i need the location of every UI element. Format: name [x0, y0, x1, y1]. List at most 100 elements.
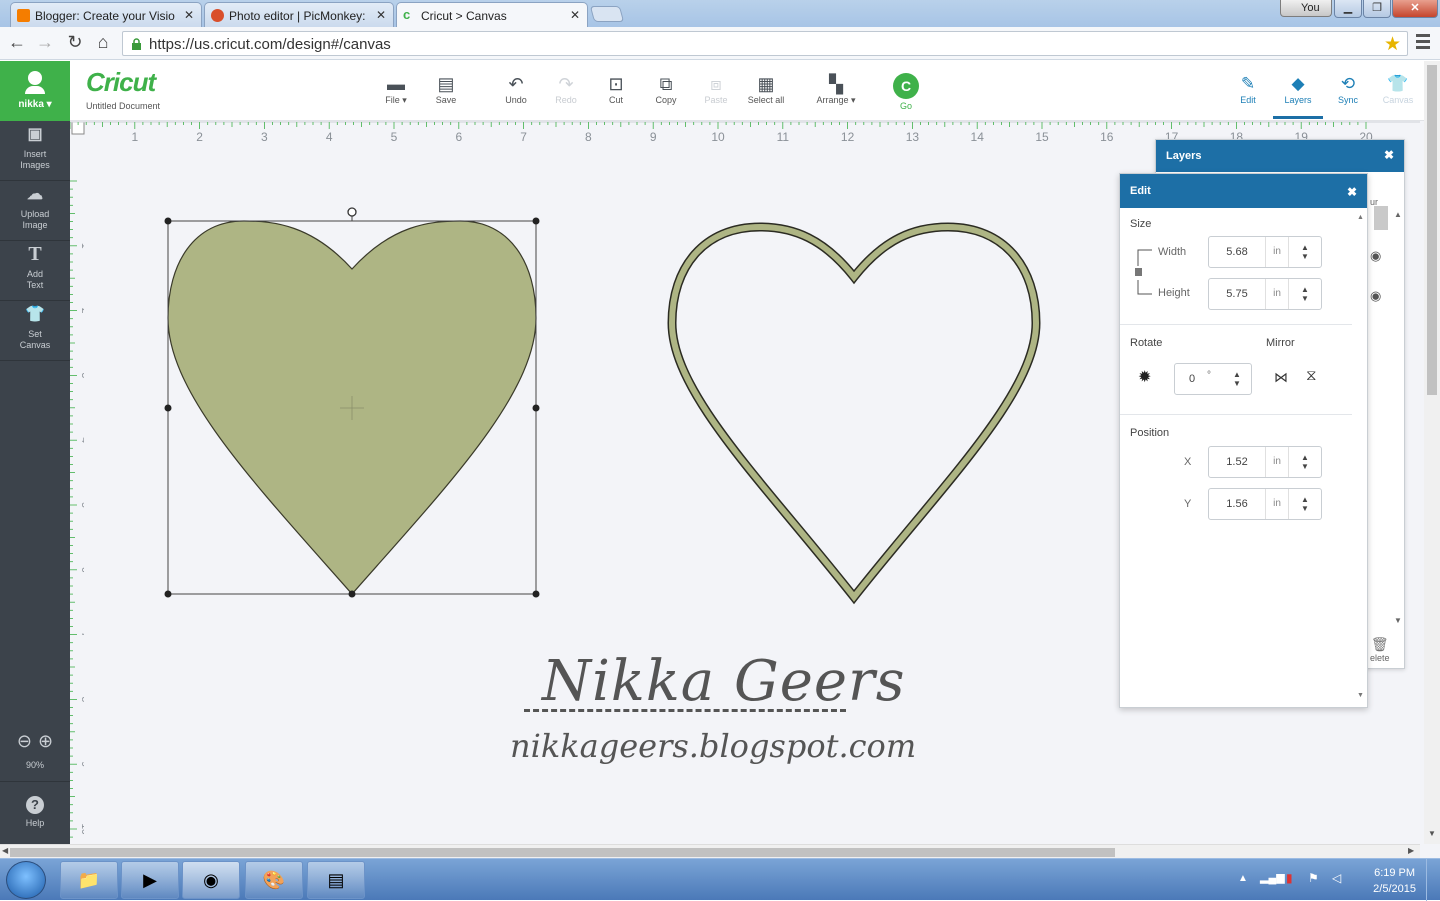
layers-scroll-thumb[interactable]	[1374, 206, 1388, 230]
width-value[interactable]: 5.68	[1209, 246, 1265, 258]
arrange-button[interactable]: ▚ Arrange ▾	[811, 73, 861, 106]
mirror-vertical-icon[interactable]: ⧖	[1306, 367, 1317, 384]
action-center-flag-icon[interactable]: ⚑	[1308, 871, 1319, 885]
paste-button[interactable]: ⧈ Paste	[691, 73, 741, 105]
tab-picmonkey[interactable]: Photo editor | PicMonkey: ✕	[204, 2, 394, 27]
height-field[interactable]: 5.75 in ▲ ▼	[1208, 278, 1322, 310]
horizontal-scrollbar[interactable]: ◀ ▶	[0, 844, 1420, 858]
explorer-icon[interactable]: 📁	[60, 861, 118, 899]
tab-cricut[interactable]: c Cricut > Canvas ✕	[396, 2, 588, 28]
media-player-icon[interactable]: ▶	[121, 861, 179, 899]
tab-blogger[interactable]: Blogger: Create your Visio ✕	[10, 2, 202, 27]
chrome-icon[interactable]: ◉	[182, 861, 240, 899]
document-name[interactable]: Untitled Document	[86, 101, 160, 111]
vertical-scrollbar[interactable]: ▼	[1424, 61, 1440, 844]
scroll-down-arrow-icon[interactable]: ▼	[1357, 692, 1364, 699]
go-button[interactable]: C Go	[881, 73, 931, 111]
network-signal-icon[interactable]: ▂▄▆	[1260, 871, 1285, 884]
url-text: https://us.cricut.com/design#/canvas	[149, 36, 391, 53]
zoom-out-icon[interactable]: ⊖	[17, 731, 38, 751]
tool-label: Edit	[1240, 95, 1256, 105]
copy-icon: ⧉	[659, 74, 673, 94]
bookmark-star-icon[interactable]: ★	[1384, 33, 1401, 56]
scroll-down-arrow-icon[interactable]: ▼	[1428, 829, 1436, 838]
upload-image-button[interactable]: ☁ Upload Image	[0, 181, 70, 241]
redo-button[interactable]: ↷ Redo	[541, 73, 591, 105]
height-value[interactable]: 5.75	[1209, 288, 1265, 300]
scroll-up-arrow-icon[interactable]: ▲	[1357, 214, 1365, 221]
horizontal-scroll-thumb[interactable]	[10, 848, 1115, 857]
canvas-panel-button[interactable]: 👕 Canvas	[1373, 73, 1423, 105]
close-window-icon[interactable]: ✕	[1392, 0, 1438, 18]
battery-icon[interactable]: ▮	[1286, 871, 1293, 885]
scroll-right-arrow-icon[interactable]: ▶	[1408, 846, 1414, 855]
back-icon[interactable]: ←	[6, 32, 28, 53]
zoom-in-icon[interactable]: ⊕	[38, 731, 59, 751]
insert-images-button[interactable]: ▣ Insert Images	[0, 121, 70, 181]
start-button[interactable]	[6, 861, 46, 899]
reload-icon[interactable]: ↻	[64, 32, 86, 53]
profile-button[interactable]: You	[1280, 0, 1332, 17]
layers-scrollbar[interactable]: ▲ ▼	[1374, 206, 1404, 626]
width-stepper[interactable]: ▲ ▼	[1295, 243, 1315, 261]
rotate-stepper[interactable]: ▲ ▼	[1227, 370, 1247, 388]
forward-icon[interactable]: →	[34, 32, 56, 53]
mirror-horizontal-icon[interactable]: ⋈	[1274, 369, 1288, 386]
paste-icon: ⧈	[710, 74, 722, 94]
volume-icon[interactable]: ◁	[1332, 871, 1341, 885]
minimize-icon[interactable]: ▁	[1334, 0, 1362, 18]
y-stepper[interactable]: ▲ ▼	[1295, 495, 1315, 513]
outline-heart-shape[interactable]	[667, 222, 1041, 605]
close-tab-icon[interactable]: ✕	[376, 8, 386, 22]
set-canvas-button[interactable]: 👕 Set Canvas	[0, 301, 70, 361]
new-tab-button[interactable]	[589, 6, 625, 22]
add-text-button[interactable]: T Add Text	[0, 241, 70, 301]
go-icon: C	[893, 73, 919, 99]
undo-button[interactable]: ↶ Undo	[491, 73, 541, 105]
close-edit-icon[interactable]: ✖	[1347, 185, 1357, 199]
x-position-field[interactable]: 1.52 in ▲ ▼	[1208, 446, 1322, 478]
address-bar[interactable]: https://us.cricut.com/design#/canvas ★	[122, 31, 1408, 56]
home-icon[interactable]: ⌂	[92, 32, 114, 53]
delete-button[interactable]: 🗑 elete	[1370, 636, 1390, 663]
width-field[interactable]: 5.68 in ▲ ▼	[1208, 236, 1322, 268]
rotate-dial-icon[interactable]: ✹	[1138, 367, 1151, 387]
show-hidden-icons-icon[interactable]: ▲	[1238, 873, 1248, 884]
close-tab-icon[interactable]: ✕	[570, 8, 580, 22]
maximize-icon[interactable]: ❐	[1363, 0, 1391, 18]
paint-icon[interactable]: 🎨	[245, 861, 303, 899]
save-button[interactable]: ▤ Save	[421, 73, 471, 105]
select-all-button[interactable]: ▦ Select all	[741, 73, 791, 105]
scroll-down-arrow-icon[interactable]: ▼	[1394, 616, 1402, 625]
sync-panel-button[interactable]: ⟲ Sync	[1323, 73, 1373, 105]
rotate-handle[interactable]	[347, 207, 357, 217]
lock-ratio-icon[interactable]	[1135, 268, 1142, 276]
tool-label: Select all	[747, 95, 785, 105]
y-position-field[interactable]: 1.56 in ▲ ▼	[1208, 488, 1322, 520]
x-value[interactable]: 1.52	[1209, 456, 1265, 468]
x-stepper[interactable]: ▲ ▼	[1295, 453, 1315, 471]
help-button[interactable]: ? Help	[0, 781, 70, 841]
vertical-scroll-thumb[interactable]	[1427, 65, 1437, 395]
rotate-field[interactable]: 0 ° ▲ ▼	[1174, 363, 1252, 395]
file-button[interactable]: ▬ File ▾	[371, 73, 421, 106]
layers-panel-button[interactable]: ◆ Layers	[1273, 73, 1323, 119]
scroll-left-arrow-icon[interactable]: ◀	[2, 846, 8, 855]
user-menu[interactable]: nikka ▾	[0, 61, 70, 121]
scroll-up-arrow-icon[interactable]: ▲	[1394, 210, 1402, 219]
clock[interactable]: 6:19 PM 2/5/2015	[1373, 865, 1416, 897]
rotate-value[interactable]: 0	[1175, 373, 1209, 385]
watermark-url: nikkageers.blogspot.com	[510, 727, 917, 765]
close-tab-icon[interactable]: ✕	[184, 8, 194, 22]
height-stepper[interactable]: ▲ ▼	[1295, 285, 1315, 303]
close-layers-icon[interactable]: ✖	[1384, 148, 1394, 162]
address-toolbar: ← → ↻ ⌂ https://us.cricut.com/design#/ca…	[0, 27, 1440, 60]
y-value[interactable]: 1.56	[1209, 498, 1265, 510]
wordpad-icon[interactable]: ▤	[307, 861, 365, 899]
show-desktop-button[interactable]	[1426, 859, 1440, 901]
edit-scrollbar[interactable]: ▲ ▼	[1357, 214, 1365, 704]
edit-panel-button[interactable]: ✎ Edit	[1223, 73, 1273, 105]
copy-button[interactable]: ⧉ Copy	[641, 73, 691, 105]
browser-menu-icon[interactable]	[1416, 34, 1430, 52]
cut-button[interactable]: ⊡ Cut	[591, 73, 641, 105]
